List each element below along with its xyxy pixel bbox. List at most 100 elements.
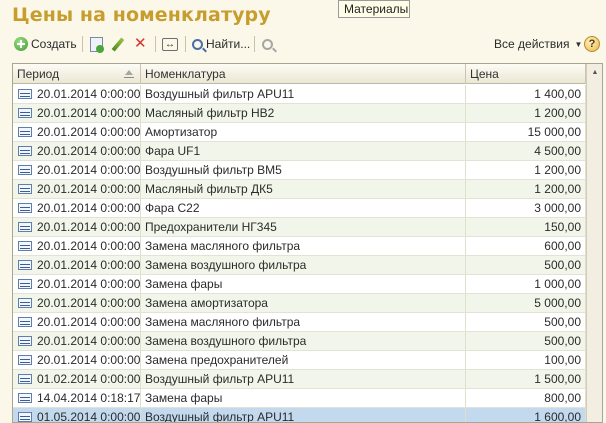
table-row[interactable]: 20.01.2014 0:00:00 Воздушный фильтр APU11… <box>13 85 602 104</box>
table-row[interactable]: 20.01.2014 0:00:00 Фара С22 3 000,00 <box>13 199 602 218</box>
cell-nomenclature: Замена масляного фильтра <box>141 237 466 255</box>
cell-price: 500,00 <box>466 332 586 350</box>
price-table: Период Номенклатура Цена 20.01.2014 0:00… <box>12 63 603 423</box>
price-value: 15 000,00 <box>527 125 581 139</box>
record-icon <box>18 317 32 327</box>
column-header-nomenclature[interactable]: Номенклатура <box>141 64 466 84</box>
tooltip: Материалы <box>338 0 410 18</box>
column-header-price[interactable]: Цена <box>466 64 586 84</box>
record-icon <box>18 89 32 99</box>
cancel-search-button[interactable] <box>262 34 273 54</box>
column-label: Цена <box>470 67 499 81</box>
edit-button[interactable] <box>110 34 125 54</box>
price-value: 1 200,00 <box>534 106 581 120</box>
record-icon <box>18 165 32 175</box>
table-row[interactable]: 20.01.2014 0:00:00 Замена предохранителей… <box>13 351 602 370</box>
record-icon <box>18 184 32 194</box>
cell-nomenclature: Фара UF1 <box>141 142 466 160</box>
copy-button[interactable] <box>90 34 104 54</box>
period-value: 20.01.2014 0:00:00 <box>37 144 141 158</box>
table-row[interactable]: 01.05.2014 0:00:00 Воздушный фильтр APU11… <box>13 408 602 423</box>
table-row[interactable]: 20.01.2014 0:00:00 Замена амортизатора 5 0… <box>13 294 602 313</box>
toolbar-separator <box>185 36 186 52</box>
price-value: 4 500,00 <box>534 144 581 158</box>
help-button[interactable]: ? <box>584 34 600 54</box>
cell-period: 20.01.2014 0:00:00 <box>13 332 141 350</box>
table-row[interactable]: 20.01.2014 0:00:00 Воздушный фильтр ВМ5 1 … <box>13 161 602 180</box>
record-icon <box>18 393 32 403</box>
cell-nomenclature: Замена фары <box>141 389 466 407</box>
table-row[interactable]: 20.01.2014 0:00:00 Фара UF1 4 500,00 <box>13 142 602 161</box>
cell-period: 20.01.2014 0:00:00 <box>13 275 141 293</box>
cell-price: 15 000,00 <box>466 123 586 141</box>
cell-nomenclature: Масляный фильтр ДК5 <box>141 180 466 198</box>
period-value: 20.01.2014 0:00:00 <box>37 163 141 177</box>
period-value: 20.01.2014 0:00:00 <box>37 182 141 196</box>
delete-button[interactable]: ✕ <box>134 34 147 54</box>
table-row[interactable]: 14.04.2014 0:18:17 Замена фары 800,00 <box>13 389 602 408</box>
find-button[interactable]: Найти... <box>192 34 250 54</box>
page-title: Цены на номенклатуру <box>12 4 271 26</box>
period-value: 20.01.2014 0:00:00 <box>37 334 141 348</box>
nomenclature-value: Замена предохранителей <box>145 353 289 367</box>
help-icon: ? <box>584 36 600 52</box>
find-label: Найти... <box>206 37 251 51</box>
price-value: 100,00 <box>544 353 581 367</box>
table-row[interactable]: 20.01.2014 0:00:00 Замена масляного фильт… <box>13 313 602 332</box>
period-value: 20.01.2014 0:00:00 <box>37 125 141 139</box>
nomenclature-value: Замена воздушного фильтра <box>145 334 307 348</box>
period-value: 20.01.2014 0:00:00 <box>37 296 141 310</box>
table-row[interactable]: 20.01.2014 0:00:00 Замена масляного фильт… <box>13 237 602 256</box>
column-header-period[interactable]: Период <box>13 64 141 84</box>
create-button[interactable]: Создать <box>14 34 77 54</box>
record-icon <box>18 108 32 118</box>
cell-period: 20.01.2014 0:00:00 <box>13 313 141 331</box>
record-icon <box>18 412 32 422</box>
cell-nomenclature: Воздушный фильтр APU11 <box>141 370 466 388</box>
all-actions-menu[interactable]: Все действия ▼ <box>494 34 582 54</box>
all-actions-label: Все действия <box>494 37 570 51</box>
nomenclature-value: Воздушный фильтр APU11 <box>145 410 295 423</box>
cell-period: 20.01.2014 0:00:00 <box>13 199 141 217</box>
cell-price: 4 500,00 <box>466 142 586 160</box>
cell-price: 500,00 <box>466 313 586 331</box>
cell-period: 14.04.2014 0:18:17 <box>13 389 141 407</box>
table-row[interactable]: 20.01.2014 0:00:00 Замена фары 1 000,00 <box>13 275 602 294</box>
table-row[interactable]: 20.01.2014 0:00:00 Масляный фильтр ДК5 1 2… <box>13 180 602 199</box>
cell-nomenclature: Замена амортизатора <box>141 294 466 312</box>
column-label: Период <box>17 67 60 81</box>
record-icon <box>18 374 32 384</box>
cell-nomenclature: Замена фары <box>141 275 466 293</box>
navigate-button[interactable]: ↔ <box>162 34 178 54</box>
toolbar-separator <box>82 36 83 52</box>
table-row[interactable]: 01.02.2014 0:00:00 Воздушный фильтр APU11… <box>13 370 602 389</box>
nomenclature-value: Замена масляного фильтра <box>145 315 301 329</box>
cell-period: 20.01.2014 0:00:00 <box>13 294 141 312</box>
period-value: 20.01.2014 0:00:00 <box>37 353 141 367</box>
scroll-up-icon[interactable]: ▲ <box>589 66 601 80</box>
cell-price: 5 000,00 <box>466 294 586 312</box>
record-icon <box>18 336 32 346</box>
cell-period: 20.01.2014 0:00:00 <box>13 85 141 103</box>
cell-period: 01.02.2014 0:00:00 <box>13 370 141 388</box>
table-row[interactable]: 20.01.2014 0:00:00 Амортизатор 15 000,00 <box>13 123 602 142</box>
price-value: 150,00 <box>544 220 581 234</box>
table-row[interactable]: 20.01.2014 0:00:00 Замена воздушного филь… <box>13 256 602 275</box>
table-row[interactable]: 20.01.2014 0:00:00 Замена воздушного филь… <box>13 332 602 351</box>
column-label: Номенклатура <box>145 67 226 81</box>
period-value: 20.01.2014 0:00:00 <box>37 315 141 329</box>
table-header: Период Номенклатура Цена <box>13 64 602 84</box>
cell-nomenclature: Замена воздушного фильтра <box>141 332 466 350</box>
table-row[interactable]: 20.01.2014 0:00:00 Предохранители НГ345 15… <box>13 218 602 237</box>
cell-nomenclature: Фара С22 <box>141 199 466 217</box>
cell-nomenclature: Замена масляного фильтра <box>141 313 466 331</box>
cell-price: 1 200,00 <box>466 180 586 198</box>
period-value: 20.01.2014 0:00:00 <box>37 258 141 272</box>
vertical-scrollbar[interactable]: ▲ <box>586 64 602 422</box>
period-value: 20.01.2014 0:00:00 <box>37 87 141 101</box>
cell-price: 1 600,00 <box>466 408 586 422</box>
nomenclature-value: Предохранители НГ345 <box>145 220 277 234</box>
table-row[interactable]: 20.01.2014 0:00:00 Масляный фильтр НВ2 1 2… <box>13 104 602 123</box>
cell-period: 20.01.2014 0:00:00 <box>13 256 141 274</box>
price-value: 1 500,00 <box>534 372 581 386</box>
